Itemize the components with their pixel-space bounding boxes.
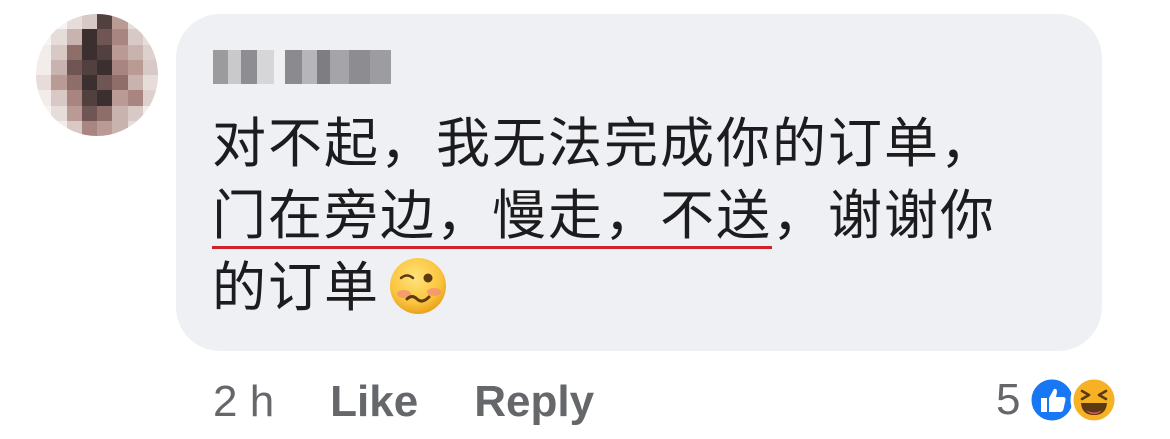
underlined-text: 门在旁边，慢走，不送 [212, 184, 772, 247]
comment-line-2-rest: ，谢谢你 [772, 184, 996, 247]
comment-actions: 2 h Like Reply [213, 372, 650, 432]
like-icon [1028, 376, 1076, 424]
author-name-redacted[interactable] [213, 48, 392, 84]
reaction-summary[interactable]: 5 [996, 370, 1118, 430]
comment-line-3-text: 的订单 [212, 256, 380, 319]
woozy-face-icon [388, 256, 448, 316]
haha-icon [1070, 376, 1118, 424]
comment-text: 对不起，我无法完成你的订单， 门在旁边，慢走，不送，谢谢你 的订单 [212, 108, 1082, 324]
reply-button[interactable]: Reply [474, 377, 594, 427]
comment-container: 对不起，我无法完成你的订单， 门在旁边，慢走，不送，谢谢你 的订单 2 h Li… [0, 0, 1170, 439]
avatar[interactable] [36, 14, 158, 136]
like-button[interactable]: Like [330, 377, 418, 427]
comment-line-3: 的订单 [212, 252, 1082, 324]
comment-line-2: 门在旁边，慢走，不送，谢谢你 [212, 180, 1082, 252]
timestamp[interactable]: 2 h [213, 377, 274, 427]
reaction-count: 5 [996, 375, 1021, 424]
comment-line-1: 对不起，我无法完成你的订单， [212, 112, 996, 175]
